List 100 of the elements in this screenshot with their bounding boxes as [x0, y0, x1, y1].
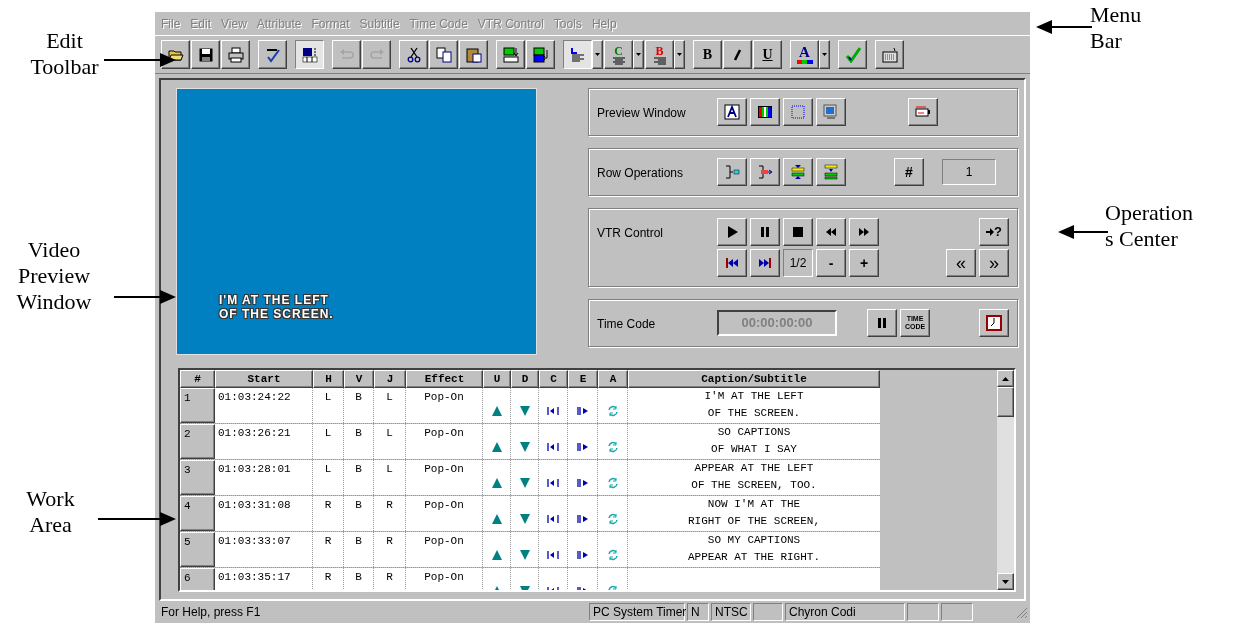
- dropdown-button[interactable]: [633, 40, 644, 69]
- table-cell: APPEAR AT THE LEFT OF THE SCREEN, TOO.: [628, 460, 880, 495]
- row-number-field[interactable]: 1: [942, 159, 996, 185]
- device-button[interactable]: [908, 98, 938, 126]
- callout-label: Operation s Center: [1105, 200, 1194, 252]
- column-header[interactable]: D: [511, 370, 539, 388]
- scroll-down-button[interactable]: [997, 573, 1014, 590]
- column-header[interactable]: E: [568, 370, 598, 388]
- scissors-icon: [405, 46, 422, 63]
- paste-button[interactable]: [459, 40, 488, 69]
- up-arrow-icon: [490, 476, 503, 489]
- copy-icon: [435, 46, 452, 63]
- copy-button[interactable]: [429, 40, 458, 69]
- table-cell: B: [344, 496, 374, 531]
- grid-button[interactable]: [295, 40, 324, 69]
- dropdown-button[interactable]: [592, 40, 603, 69]
- status-pane: PC System Timer: [589, 603, 685, 621]
- column-header[interactable]: Start: [215, 370, 313, 388]
- row-header[interactable]: 5: [180, 532, 215, 567]
- table-cell: L: [374, 460, 406, 495]
- table-cell: B: [344, 424, 374, 459]
- append-row-button[interactable]: [750, 158, 780, 186]
- pause-button[interactable]: [750, 218, 780, 246]
- callout-arrow: [1036, 20, 1092, 34]
- monitor-button[interactable]: [816, 98, 846, 126]
- font-color-button[interactable]: A: [790, 40, 819, 69]
- back-button[interactable]: «: [946, 249, 976, 277]
- dropdown-button[interactable]: [674, 40, 685, 69]
- align-right-icon: [651, 56, 668, 65]
- save-button[interactable]: [191, 40, 220, 69]
- keyboard-button[interactable]: [875, 40, 904, 69]
- column-header[interactable]: A: [598, 370, 628, 388]
- split-row-icon: [790, 164, 806, 180]
- row-header[interactable]: 1: [180, 388, 215, 423]
- move-left-icon: [547, 512, 559, 525]
- split-row-button[interactable]: [783, 158, 813, 186]
- help-button[interactable]: ?: [979, 218, 1009, 246]
- dotted-rectangle-icon: [790, 104, 806, 120]
- forward-button[interactable]: »: [979, 249, 1009, 277]
- underline-button[interactable]: U: [753, 40, 782, 69]
- dropdown-button[interactable]: [819, 40, 830, 69]
- print-button[interactable]: [221, 40, 250, 69]
- scroll-up-button[interactable]: [997, 370, 1014, 387]
- column-header[interactable]: C: [539, 370, 568, 388]
- row-number-button[interactable]: #: [894, 158, 924, 186]
- prev-mark-button[interactable]: [717, 249, 747, 277]
- move-right-icon: [576, 440, 589, 453]
- speed-field: 1/2: [783, 249, 813, 277]
- fast-forward-button[interactable]: [849, 218, 879, 246]
- color-bars-button[interactable]: [750, 98, 780, 126]
- table-cell: L: [313, 460, 344, 495]
- clock-button[interactable]: [979, 309, 1009, 337]
- next-mark-button[interactable]: [750, 249, 780, 277]
- scroll-thumb[interactable]: [997, 387, 1014, 417]
- bold-button[interactable]: B: [693, 40, 722, 69]
- status-pane: [753, 603, 783, 621]
- table-cell: 01:03:24:22: [215, 388, 313, 423]
- text-style-button[interactable]: [717, 98, 747, 126]
- column-header[interactable]: U: [483, 370, 511, 388]
- arrow-icon: [986, 228, 994, 236]
- row-header[interactable]: 6: [180, 568, 215, 590]
- import-button[interactable]: [496, 40, 525, 69]
- pause-button[interactable]: [867, 309, 897, 337]
- grid-icon: [301, 46, 318, 63]
- column-header[interactable]: V: [344, 370, 374, 388]
- table-cell: R: [313, 568, 344, 590]
- export-button[interactable]: [526, 40, 555, 69]
- resize-grip-icon[interactable]: [1014, 605, 1028, 619]
- table-cell: L: [374, 388, 406, 423]
- spell-button[interactable]: [258, 40, 287, 69]
- stop-button[interactable]: [783, 218, 813, 246]
- align-left-button[interactable]: [563, 40, 592, 69]
- status-pane: Chyron Codi: [785, 603, 905, 621]
- table-cell: B: [344, 460, 374, 495]
- rewind-button[interactable]: [816, 218, 846, 246]
- safe-area-button[interactable]: [783, 98, 813, 126]
- insert-row-button[interactable]: [717, 158, 747, 186]
- italic-button[interactable]: [723, 40, 752, 69]
- plus-button[interactable]: +: [849, 249, 879, 277]
- caption-text: I'M AT THE LEFT OF THE SCREEN.: [219, 293, 334, 321]
- device-icon: [915, 104, 931, 120]
- play-button[interactable]: [717, 218, 747, 246]
- cut-button[interactable]: [399, 40, 428, 69]
- column-header[interactable]: J: [374, 370, 406, 388]
- column-header[interactable]: #: [180, 370, 215, 388]
- scrollbar[interactable]: [997, 370, 1014, 590]
- column-header[interactable]: Caption/Subtitle: [628, 370, 880, 388]
- column-header[interactable]: Effect: [406, 370, 483, 388]
- table-cell: R: [374, 496, 406, 531]
- column-header[interactable]: H: [313, 370, 344, 388]
- merge-row-button[interactable]: [816, 158, 846, 186]
- row-header[interactable]: 4: [180, 496, 215, 531]
- row-header[interactable]: 2: [180, 424, 215, 459]
- verify-button[interactable]: [838, 40, 867, 69]
- refresh-icon: [606, 476, 619, 489]
- status-pane: [907, 603, 939, 621]
- table-cell: Pop-On: [406, 388, 483, 423]
- merge-row-icon: [823, 164, 839, 180]
- row-header[interactable]: 3: [180, 460, 215, 495]
- minus-button[interactable]: -: [816, 249, 846, 277]
